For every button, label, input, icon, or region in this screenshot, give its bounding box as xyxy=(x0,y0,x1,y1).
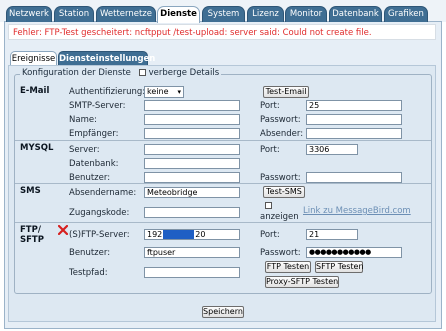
tab-wetternetze[interactable]: Wetternetze xyxy=(96,6,156,22)
name-input[interactable] xyxy=(144,114,240,125)
email-password-label: Passwort: xyxy=(260,115,301,125)
ftp-test-button[interactable]: FTP Testen xyxy=(265,261,311,273)
tab-netzwerk[interactable]: Netzwerk xyxy=(6,6,52,22)
sms-section-title: SMS xyxy=(20,186,41,196)
show-code-label: anzeigen xyxy=(260,212,299,222)
mysql-password-label: Passwort: xyxy=(260,173,301,183)
ftp-port-label: Port: xyxy=(260,230,280,240)
sftp-section-title: SFTP xyxy=(20,235,44,245)
error-x-icon xyxy=(57,224,69,236)
smtp-label: SMTP-Server: xyxy=(69,101,126,111)
legend-text: Konfiguration der Dienste xyxy=(22,68,131,78)
section-divider xyxy=(15,140,431,141)
tab-station[interactable]: Station xyxy=(54,6,94,22)
email-port-input[interactable]: 25 xyxy=(306,100,402,111)
test-path-label: Testpfad: xyxy=(69,268,108,278)
redacted-highlight xyxy=(163,230,195,239)
ftp-password-input[interactable]: ●●●●●●●●●●● xyxy=(306,247,402,258)
hide-details-checkbox[interactable] xyxy=(138,69,146,76)
test-path-input[interactable] xyxy=(144,267,240,278)
auth-select-value: keine xyxy=(147,87,169,96)
database-label: Datenbank: xyxy=(69,159,119,169)
access-code-input[interactable] xyxy=(144,207,240,218)
mysql-section-title: MYSQL xyxy=(20,143,54,153)
mysql-user-label: Benutzer: xyxy=(69,173,111,183)
ftp-section-title: FTP/ xyxy=(20,225,41,235)
sms-sender-input[interactable]: Meteobridge xyxy=(144,187,240,198)
section-divider xyxy=(15,222,431,223)
smtp-input[interactable] xyxy=(144,100,240,111)
mysql-server-label: Server: xyxy=(69,145,100,155)
name-label: Name: xyxy=(69,115,97,125)
ftp-user-label: Benutzer: xyxy=(69,248,111,258)
recipient-input[interactable] xyxy=(144,128,240,139)
hide-details-label: verberge Details xyxy=(148,68,220,78)
recipient-label: Empfänger: xyxy=(69,129,119,139)
access-code-label: Zugangskode: xyxy=(69,208,130,218)
tab-grafiken[interactable]: Grafiken xyxy=(384,6,428,22)
test-sms-button[interactable]: Test-SMS xyxy=(263,186,305,198)
ftp-server-input[interactable]: 192 20 xyxy=(144,229,240,240)
show-code-checkbox[interactable] xyxy=(265,202,272,209)
mysql-port-label: Port: xyxy=(260,145,280,155)
email-password-input[interactable] xyxy=(306,114,402,125)
tab-dienste[interactable]: Dienste xyxy=(157,6,200,23)
sender-input[interactable] xyxy=(306,128,402,139)
ftp-server-prefix: 192 xyxy=(147,230,163,239)
tab-lizenz[interactable]: Lizenz xyxy=(247,6,284,22)
email-section-title: E-Mail xyxy=(20,86,50,96)
database-input[interactable] xyxy=(144,158,240,169)
auth-label: Authentifizierung: xyxy=(69,87,146,97)
test-email-button[interactable]: Test-Email xyxy=(263,86,309,98)
tab-datenbank[interactable]: Datenbank xyxy=(329,6,382,22)
tab-system[interactable]: System xyxy=(202,6,245,22)
messagebird-link[interactable]: Link zu MessageBird.com xyxy=(303,206,411,216)
auth-select[interactable]: keine ▾ xyxy=(144,86,184,98)
proxy-sftp-test-button[interactable]: Proxy-SFTP Testen xyxy=(265,276,339,288)
ftp-server-label: (S)FTP-Server: xyxy=(69,230,130,240)
mysql-port-input[interactable]: 3306 xyxy=(306,144,358,155)
tab-monitor[interactable]: Monitor xyxy=(285,6,327,22)
sftp-test-button[interactable]: SFTP Testen xyxy=(315,261,364,273)
mysql-server-input[interactable] xyxy=(144,144,240,155)
save-button[interactable]: Speichern xyxy=(202,306,244,318)
ftp-server-suffix: 20 xyxy=(195,230,206,239)
sms-sender-label: Absendername: xyxy=(69,188,137,198)
ftp-user-input[interactable]: ftpuser xyxy=(144,247,240,258)
fieldset-legend: Konfiguration der Dienste verberge Detai… xyxy=(20,68,222,78)
mysql-password-input[interactable] xyxy=(306,172,402,183)
ftp-port-input[interactable]: 21 xyxy=(306,229,358,240)
sender-label: Absender: xyxy=(260,129,304,139)
ftp-password-label: Passwort: xyxy=(260,248,301,258)
error-message: Fehler: FTP-Test gescheitert: ncftpput /… xyxy=(8,24,436,40)
section-divider xyxy=(15,183,431,184)
mysql-user-input[interactable] xyxy=(144,172,240,183)
email-port-label: Port: xyxy=(260,101,280,111)
chevron-down-icon: ▾ xyxy=(177,88,181,96)
